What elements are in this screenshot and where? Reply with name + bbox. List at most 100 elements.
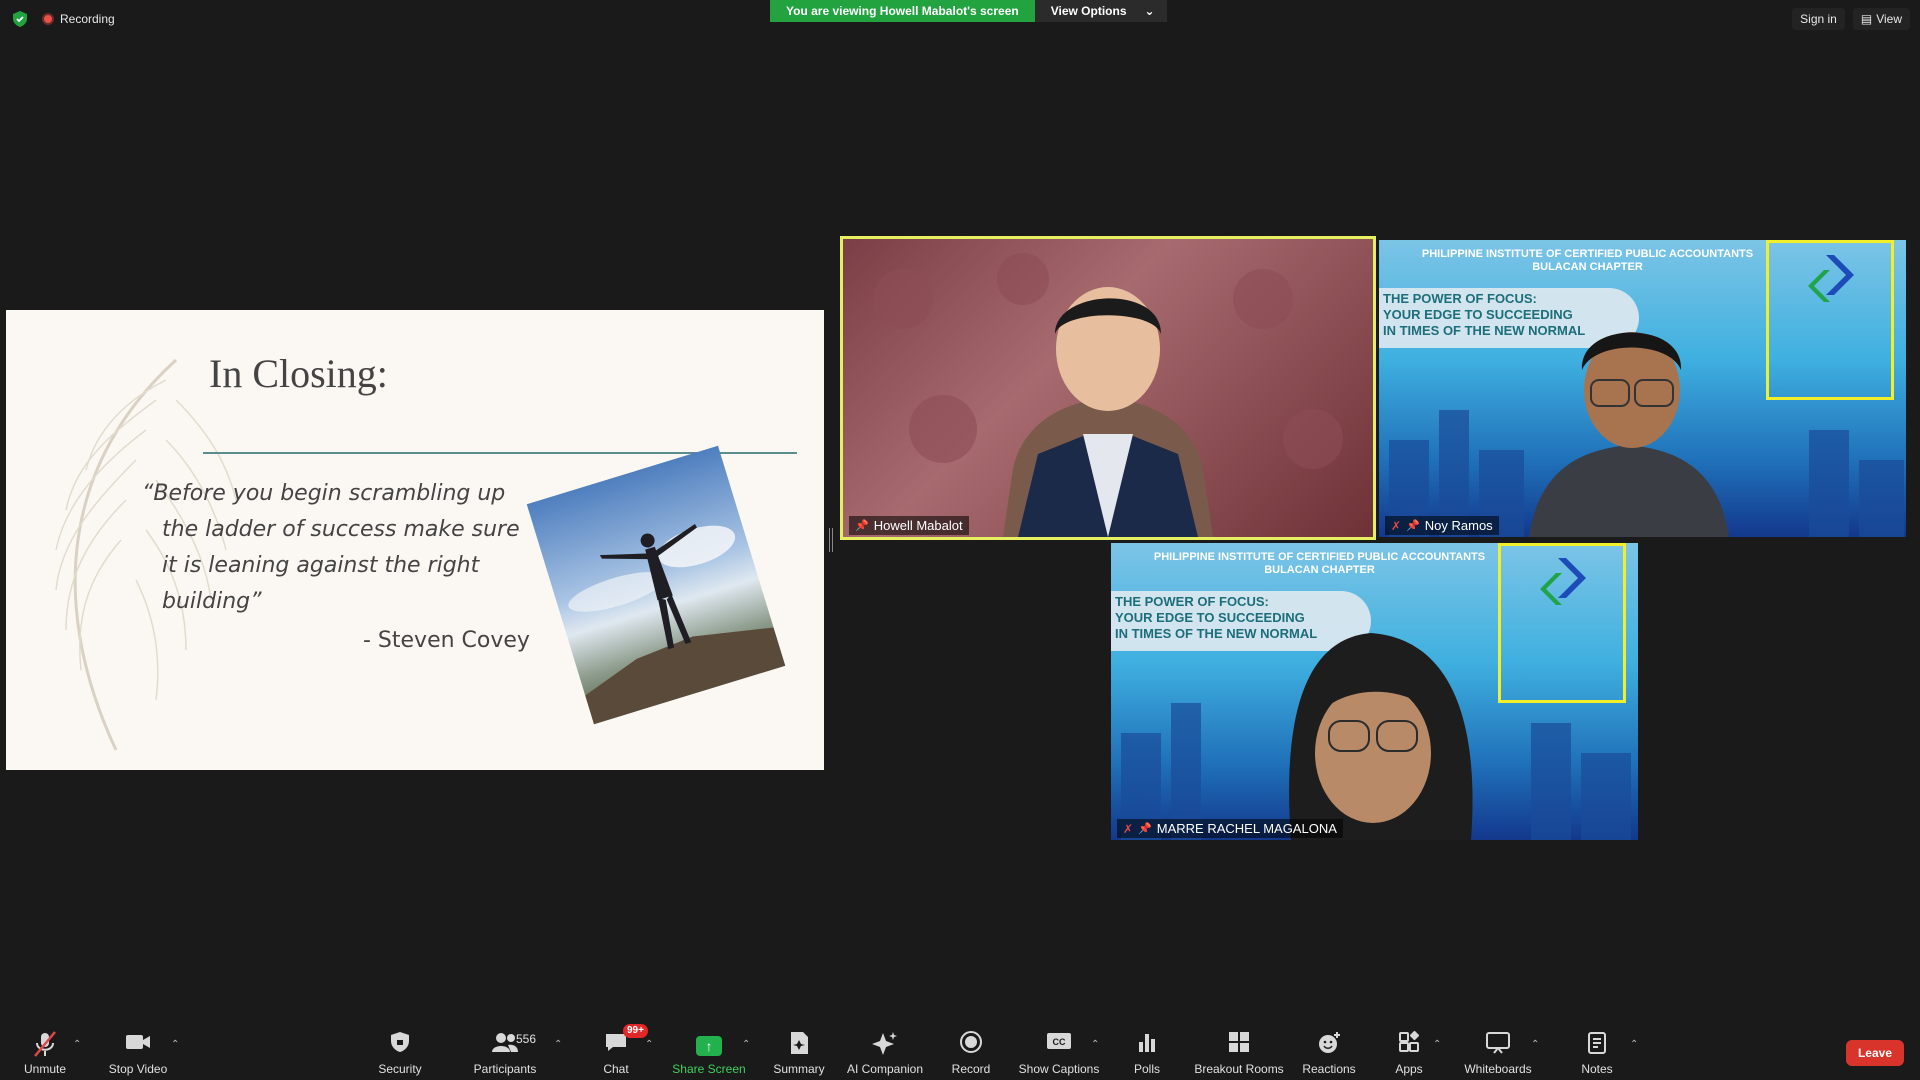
pin-icon: 📌	[855, 520, 869, 532]
whiteboards-label: Whiteboards	[1464, 1062, 1532, 1076]
unmute-label: Unmute	[23, 1062, 67, 1076]
video-tile-active-speaker[interactable]: 📌 Howell Mabalot	[840, 236, 1376, 540]
polls-label: Polls	[1133, 1062, 1160, 1076]
summary-label: Summary	[773, 1062, 825, 1076]
whiteboards-button[interactable]: Whiteboards	[1453, 1030, 1543, 1076]
view-options-label: View Options	[1050, 4, 1127, 18]
participant-video-feed	[1389, 332, 1904, 537]
chat-options-caret-icon[interactable]: ⌃	[645, 1039, 653, 1050]
view-label: View	[1876, 12, 1902, 26]
meeting-toolbar: Unmute ⌃ Stop Video ⌃ Security 556 Parti…	[0, 1010, 1920, 1080]
reactions-label: Reactions	[1302, 1062, 1356, 1076]
share-options-caret-icon[interactable]: ⌃	[742, 1039, 750, 1050]
participants-options-caret-icon[interactable]: ⌃	[554, 1039, 562, 1050]
security-label: Security	[378, 1062, 422, 1076]
view-options-button[interactable]: View Options ⌄	[1034, 0, 1167, 22]
pin-icon: 📌	[1138, 823, 1152, 835]
view-button[interactable]: ▤ View	[1852, 8, 1910, 30]
stop-video-label: Stop Video	[108, 1062, 168, 1076]
recording-indicator[interactable]: Recording	[42, 12, 115, 26]
svg-text:CC: CC	[1053, 1037, 1066, 1047]
participant-video-feed	[873, 253, 1343, 537]
quote-line: building”	[162, 589, 262, 614]
security-button[interactable]: Security	[355, 1030, 445, 1076]
share-screen-arrow-icon: ↑	[664, 1030, 754, 1060]
participant-name: MARRE RACHEL MAGALONA	[1156, 821, 1337, 836]
share-screen-button[interactable]: ↑ Share Screen	[664, 1030, 754, 1076]
participant-name-label: ✗ 📌 MARRE RACHEL MAGALONA	[1117, 819, 1343, 838]
ai-sparkle-icon	[840, 1030, 930, 1060]
summary-document-icon	[754, 1030, 844, 1060]
participants-people-icon: 556	[460, 1030, 550, 1060]
whiteboard-icon	[1453, 1030, 1543, 1060]
breakout-rooms-grid-icon	[1194, 1030, 1284, 1060]
notes-icon	[1552, 1030, 1642, 1060]
breakout-rooms-button[interactable]: Breakout Rooms	[1194, 1030, 1284, 1076]
leave-button[interactable]: Leave	[1845, 1040, 1904, 1066]
video-tile-participant[interactable]: PHILIPPINE INSTITUTE OF CERTIFIED PUBLIC…	[1111, 543, 1638, 840]
sign-in-label: Sign in	[1800, 12, 1837, 26]
notes-button[interactable]: Notes	[1552, 1030, 1642, 1076]
chat-button[interactable]: 99+ Chat	[571, 1024, 661, 1076]
apps-options-caret-icon[interactable]: ⌃	[1433, 1039, 1441, 1050]
split-view-drag-handle[interactable]	[829, 528, 833, 552]
quote-line: the ladder of success make sure	[162, 517, 520, 542]
video-options-caret-icon[interactable]: ⌃	[171, 1039, 179, 1050]
apps-label: Apps	[1395, 1062, 1423, 1076]
view-layout-icon: ▤	[1860, 12, 1873, 26]
audio-options-caret-icon[interactable]: ⌃	[73, 1039, 81, 1050]
ai-companion-button[interactable]: AI Companion	[840, 1030, 930, 1076]
participant-name-label: ✗ 📌 Noy Ramos	[1385, 516, 1499, 535]
muted-mic-icon: ✗	[1123, 821, 1134, 836]
record-circle-icon	[926, 1030, 1016, 1060]
slide-title: In Closing:	[209, 351, 388, 396]
recording-label: Recording	[60, 12, 115, 26]
viewing-message: You are viewing Howell Mabalot's screen	[770, 0, 1035, 22]
participant-name: Howell Mabalot	[873, 518, 963, 533]
record-label: Record	[951, 1062, 991, 1076]
reactions-smiley-icon	[1284, 1030, 1374, 1060]
notes-options-caret-icon[interactable]: ⌃	[1630, 1039, 1638, 1050]
participants-button[interactable]: 556 Participants	[460, 1030, 550, 1076]
summary-button[interactable]: Summary	[754, 1030, 844, 1076]
participant-name: Noy Ramos	[1424, 518, 1493, 533]
shared-screen-slide[interactable]: In Closing: “Before you begin scrambling…	[6, 310, 824, 770]
unmute-button[interactable]: Unmute	[0, 1030, 90, 1076]
pin-icon: 📌	[1406, 520, 1420, 532]
participant-video-feed	[1121, 633, 1631, 840]
show-captions-button[interactable]: CC Show Captions	[1014, 1030, 1104, 1076]
top-right-controls: Sign in ▤ View	[1792, 8, 1910, 30]
stop-video-button[interactable]: Stop Video	[93, 1030, 183, 1076]
chevron-down-icon: ⌄	[1144, 4, 1155, 18]
apps-button[interactable]: Apps	[1364, 1030, 1454, 1076]
quote-line: it is leaning against the right	[162, 553, 480, 578]
whiteboards-options-caret-icon[interactable]: ⌃	[1531, 1039, 1539, 1050]
show-captions-label: Show Captions	[1018, 1062, 1100, 1076]
chat-unread-badge: 99+	[623, 1024, 648, 1038]
share-screen-label: Share Screen	[672, 1062, 746, 1076]
polls-button[interactable]: Polls	[1102, 1030, 1192, 1076]
ai-companion-label: AI Companion	[846, 1062, 924, 1076]
video-tile-participant[interactable]: PHILIPPINE INSTITUTE OF CERTIFIED PUBLIC…	[1379, 240, 1906, 537]
captions-options-caret-icon[interactable]: ⌃	[1091, 1039, 1099, 1050]
slide-photo-person-on-cliff	[526, 445, 786, 725]
record-button[interactable]: Record	[926, 1030, 1016, 1076]
sign-in-button[interactable]: Sign in	[1792, 8, 1845, 30]
quote-author: - Steven Covey	[363, 628, 530, 653]
reactions-button[interactable]: Reactions	[1284, 1030, 1374, 1076]
breakout-rooms-label: Breakout Rooms	[1194, 1062, 1284, 1076]
chat-label: Chat	[603, 1062, 629, 1076]
screen-share-banner: You are viewing Howell Mabalot's screen …	[770, 0, 1167, 22]
encryption-shield-icon[interactable]	[12, 10, 28, 28]
security-shield-icon	[355, 1030, 445, 1060]
slide-quote: “Before you begin scrambling up the ladd…	[142, 476, 527, 620]
participant-name-label: 📌 Howell Mabalot	[849, 516, 969, 535]
recording-dot-icon	[42, 13, 54, 25]
participants-label: Participants	[473, 1062, 537, 1076]
polls-bar-chart-icon	[1102, 1030, 1192, 1060]
notes-label: Notes	[1581, 1062, 1613, 1076]
participants-count: 556	[516, 1032, 537, 1046]
video-camera-icon	[93, 1030, 183, 1060]
quote-line: “Before you begin scrambling up	[142, 481, 506, 506]
muted-mic-icon: ✗	[1391, 518, 1402, 533]
